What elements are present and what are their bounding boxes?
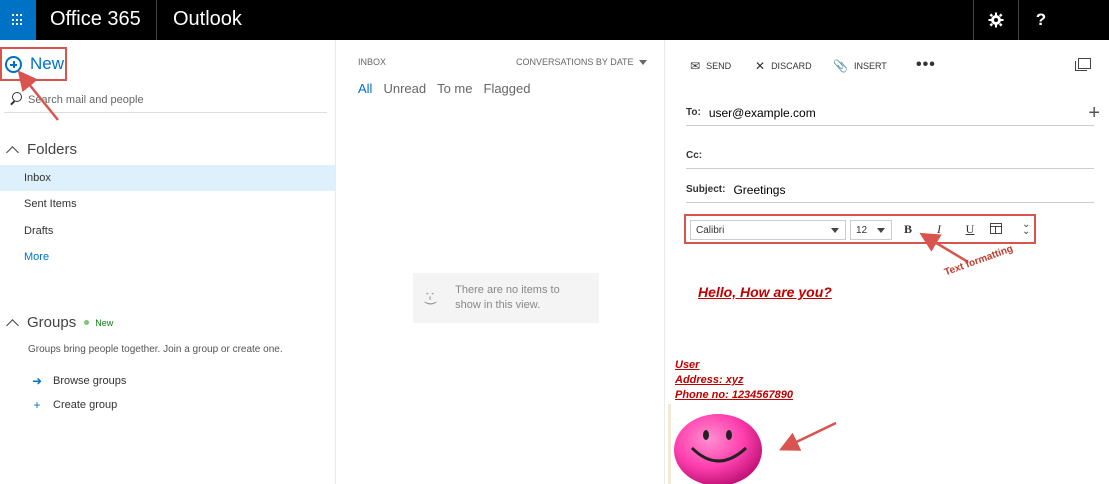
send-button[interactable]: ✉ SEND [690, 59, 731, 73]
subject-field[interactable]: Subject: Greetings [686, 177, 1094, 203]
groups-new-badge: New [84, 318, 113, 328]
font-size-select[interactable]: 12 [850, 220, 892, 240]
outlook-app-name[interactable]: Outlook [173, 8, 242, 31]
office-365-brand[interactable]: Office 365 [50, 8, 141, 31]
filter-flagged[interactable]: Flagged [484, 81, 531, 96]
add-recipient-plus-icon[interactable]: + [1088, 102, 1100, 125]
search-input[interactable] [28, 93, 308, 106]
folders-more-link[interactable]: More [0, 244, 335, 270]
search-box[interactable] [4, 87, 327, 113]
browse-groups-link[interactable]: ➜ Browse groups [30, 374, 126, 388]
more-options-button[interactable]: ••• [916, 56, 936, 74]
to-label: To: [686, 107, 701, 118]
filter-unread[interactable]: Unread [383, 81, 426, 96]
caret-down-icon [638, 59, 647, 65]
chevron-up-icon [6, 145, 19, 159]
subject-value[interactable]: Greetings [733, 183, 785, 197]
font-size-value: 12 [856, 224, 868, 236]
popout-icon[interactable] [1075, 58, 1091, 71]
font-family-value: Calibri [696, 224, 725, 236]
app-launcher-button[interactable] [0, 0, 36, 40]
bold-button[interactable]: B [900, 222, 916, 237]
filter-to-me[interactable]: To me [437, 81, 472, 96]
to-field[interactable]: To: user@example.com + [686, 100, 1100, 126]
chevron-double-down-icon[interactable]: ⌄ ⌄ [1022, 220, 1030, 237]
folders-heading[interactable]: Folders [6, 141, 78, 159]
plus-icon: + [33, 398, 41, 412]
cc-field[interactable]: Cc: [686, 143, 1094, 169]
folder-pane: New Folders Inbox Sent Items Drafts More… [0, 40, 336, 484]
folder-item-sent-items[interactable]: Sent Items [0, 191, 335, 217]
settings-button[interactable] [974, 0, 1018, 40]
help-button[interactable]: ? [1019, 0, 1063, 40]
send-label: SEND [706, 61, 732, 71]
inbox-title: INBOX [358, 57, 387, 67]
signature-phone: Phone no: 1234567890 [675, 389, 794, 401]
discard-label: DISCARD [771, 61, 812, 71]
sort-dropdown[interactable]: CONVERSATIONS BY DATE [516, 57, 647, 67]
caret-down-icon [877, 228, 885, 233]
arrow-right-icon: ➜ [31, 374, 43, 388]
text-formatting-toolbar: Calibri 12 B I U ⌄ ⌄ [684, 214, 1036, 244]
empty-state: :-) There are no items to show in this v… [413, 273, 599, 323]
paperclip-icon: 📎 [833, 59, 848, 73]
to-value[interactable]: user@example.com [709, 106, 816, 120]
new-message-button[interactable]: New [0, 47, 67, 81]
gear-icon [988, 12, 1004, 28]
smiley-face-image [674, 414, 762, 484]
create-group-label: Create group [53, 399, 118, 411]
groups-heading[interactable]: Groups New [6, 314, 113, 332]
waffle-icon [12, 14, 24, 26]
insert-button[interactable]: 📎 INSERT [833, 59, 887, 73]
message-body-text[interactable]: Hello, How are you? [698, 284, 832, 300]
groups-description: Groups bring people together. Join a gro… [28, 344, 283, 355]
search-icon [8, 91, 24, 108]
filter-tabs: All Unread To me Flagged [358, 81, 541, 96]
empty-state-text: There are no items to show in this view. [455, 284, 560, 311]
folder-item-inbox[interactable]: Inbox [0, 165, 335, 191]
discard-button[interactable]: ✕ DISCARD [755, 59, 812, 73]
font-family-select[interactable]: Calibri [690, 220, 846, 240]
subject-label: Subject: [686, 184, 726, 195]
cc-label: Cc: [686, 150, 703, 161]
new-button-label: New [30, 54, 65, 73]
caret-down-icon [831, 228, 839, 233]
sort-label: CONVERSATIONS BY DATE [516, 57, 634, 67]
underline-button[interactable]: U [962, 222, 978, 237]
folder-item-drafts[interactable]: Drafts [0, 218, 335, 244]
folders-heading-label: Folders [27, 141, 78, 158]
browse-groups-label: Browse groups [53, 375, 127, 387]
filter-all[interactable]: All [358, 81, 372, 96]
signature-name: User [675, 359, 700, 371]
top-navigation-bar: Office 365 Outlook ? [0, 0, 1109, 40]
insert-table-icon[interactable] [990, 223, 1002, 234]
italic-button[interactable]: I [931, 222, 947, 237]
close-icon: ✕ [755, 59, 766, 73]
create-group-link[interactable]: + Create group [30, 398, 117, 412]
send-icon: ✉ [690, 59, 701, 73]
chevron-up-icon [6, 318, 19, 332]
topbar-divider [156, 0, 157, 40]
signature-image-frame [668, 404, 671, 484]
compose-pane: ✉ SEND ✕ DISCARD 📎 INSERT ••• To: user@e… [666, 40, 1109, 484]
insert-label: INSERT [853, 61, 887, 71]
message-list-pane: INBOX CONVERSATIONS BY DATE All Unread T… [337, 40, 665, 484]
smiley-icon: :-) [422, 290, 438, 306]
plus-circle-icon [5, 55, 22, 73]
groups-heading-label: Groups [27, 314, 77, 331]
signature-address: Address: xyz [675, 374, 744, 386]
